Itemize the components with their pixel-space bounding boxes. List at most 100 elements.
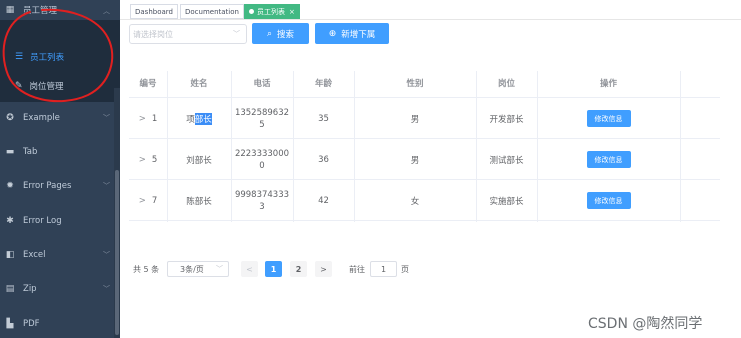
sidebar-item-label: Error Pages [23,181,72,191]
add-subordinate-button[interactable]: ⊕ 新增下属 [315,23,389,44]
row-gender: 女 [410,196,420,207]
sidebar-item-post-management[interactable]: ✎ 岗位管理 [0,70,104,101]
tag-dashboard[interactable]: Dashboard [130,4,178,19]
sidebar-item-label: PDF [23,319,40,329]
sidebar-item-error-pages[interactable]: ✹ Error Pages ﹀ [0,169,120,203]
edit-info-button[interactable]: 修改信息 [586,151,631,168]
bug-icon: ✹ [6,181,14,191]
menu-employee-management-label: 员工管理 [23,6,58,16]
add-button-label: 新增下属 [341,29,376,40]
close-icon[interactable]: × [289,8,295,16]
goto-label: 前往 [349,264,365,274]
sidebar-item-example[interactable]: ✪ Example ﹀ [0,101,120,135]
bug-icon: ✱ [6,216,14,226]
row-action: 修改信息 [537,98,680,139]
sidebar-item-excel[interactable]: ◧ Excel ﹀ [0,238,120,272]
tag-label: Dashboard [135,7,173,16]
chevron-down-icon: ﹀ [103,251,110,259]
edit-info-button[interactable]: 修改信息 [586,110,631,127]
sidebar-item-label: 岗位管理 [29,81,64,92]
sidebar-item-employee-list[interactable]: ☰ 员工列表 [0,41,104,72]
table-row: > 5 刘部长 22233330000 36 男 测试部长 修改信息 [129,139,720,180]
table-header: 编号 姓名 电话 年龄 性别 岗位 操作 [129,71,720,98]
chevron-down-icon: ﹀ [216,265,223,273]
row-id[interactable]: > 1 [129,98,167,139]
row-name-selected-text: 部长 [194,112,212,125]
row-phone: 13525896325 [234,98,290,139]
row-name-text: 陈部长 [186,196,212,207]
column-name: 姓名 [190,79,208,89]
column-gender: 性别 [406,79,424,89]
sidebar-item-label: Excel [23,250,46,260]
row-post: 实施部长 [489,196,524,207]
sidebar-item-error-log[interactable]: ✱ Error Log [0,204,120,238]
sidebar-scroll-thumb[interactable] [115,170,119,335]
search-button-label: 搜索 [277,29,295,40]
tag-label: Documentation [185,7,239,16]
goto-page-input[interactable]: 1 [370,261,397,277]
page-size-value: 3条/页 [180,264,204,274]
row-post: 开发部长 [489,114,524,125]
sidebar-item-label: 员工列表 [30,52,65,63]
search-button[interactable]: ⌕ 搜索 [252,23,309,44]
expand-arrow-icon[interactable]: > [139,196,146,206]
sidebar-item-label: Example [23,113,60,123]
row-age: 42 [318,195,329,206]
sidebar-item-pdf[interactable]: ▙ PDF [0,307,120,338]
edit-info-button[interactable]: 修改信息 [586,192,631,209]
row-id[interactable]: > 7 [129,180,167,221]
tags-view: Dashboard Documentation 员工列表 × [120,0,741,20]
table-row: > 1 项部长 13525896325 35 男 开发部长 修改信息 [129,98,720,139]
page-button-2[interactable]: 2 [290,261,307,277]
post-select-placeholder: 请选择岗位 [133,30,173,39]
sidebar-item-tab[interactable]: ▬ Tab [0,135,120,169]
next-page-button[interactable]: > [315,261,332,277]
watermark: CSDN @陶然同学 [588,316,703,332]
post-select[interactable]: 请选择岗位 ﹀ [129,24,247,44]
chevron-down-icon: ﹀ [103,114,110,122]
row-name: 刘部长 [167,139,231,180]
sidebar-item-label: Error Log [23,216,62,226]
row-gender: 男 [410,155,420,166]
row-phone-value: 13525896325 [234,107,290,130]
row-name: 陈部长 [167,180,231,221]
column-age: 年龄 [314,79,332,89]
row-phone: 22233330000 [234,139,290,180]
active-dot-icon [249,9,254,14]
row-age: 35 [318,113,329,124]
row-id-value: 1 [151,113,158,124]
excel-icon: ◧ [5,250,15,260]
table-row: > 7 陈部长 99983743333 42 女 实施部长 修改信息 [129,180,720,221]
expand-arrow-icon[interactable]: > [139,114,146,124]
page-size-select[interactable]: 3条/页 ﹀ [167,261,229,277]
column-action: 操作 [599,79,617,89]
sidebar-item-label: Tab [23,147,38,157]
page-button-1[interactable]: 1 [265,261,282,277]
chevron-down-icon: ﹀ [233,30,240,38]
submenu: ☰ 员工列表 ✎ 岗位管理 [0,20,120,102]
column-post: 岗位 [497,79,515,89]
row-name: 项部长 [167,98,231,139]
edit-icon: ✎ [15,80,23,91]
row-action: 修改信息 [537,180,680,221]
row-phone-value: 99983743333 [234,189,290,212]
sidebar-item-zip[interactable]: ▤ Zip ﹀ [0,272,120,306]
row-post: 测试部长 [489,155,524,166]
sidebar: ▦ 员工管理 ︿ ☰ 员工列表 ✎ 岗位管理 ✪ Example ﹀ ▬ Tab… [0,0,120,338]
expand-arrow-icon[interactable]: > [139,155,146,165]
tag-documentation[interactable]: Documentation [180,4,244,19]
chevron-down-icon: ﹀ [103,182,110,190]
goto-suffix: 页 [401,264,409,274]
row-age: 36 [318,154,329,165]
tag-employee-list[interactable]: 员工列表 × [244,4,300,19]
chevron-up-icon: ︿ [103,7,110,15]
menu-employee-management[interactable]: ▦ 员工管理 ︿ [0,0,120,20]
gear-icon: ✪ [6,113,14,123]
row-id-value: 5 [151,154,158,165]
prev-page-button[interactable]: < [241,261,258,277]
row-id[interactable]: > 5 [129,139,167,180]
list-icon: ☰ [15,51,24,62]
row-phone-value: 22233330000 [234,148,290,171]
column-phone: 电话 [253,79,271,89]
pagination-total: 共 5 条 [133,264,160,274]
